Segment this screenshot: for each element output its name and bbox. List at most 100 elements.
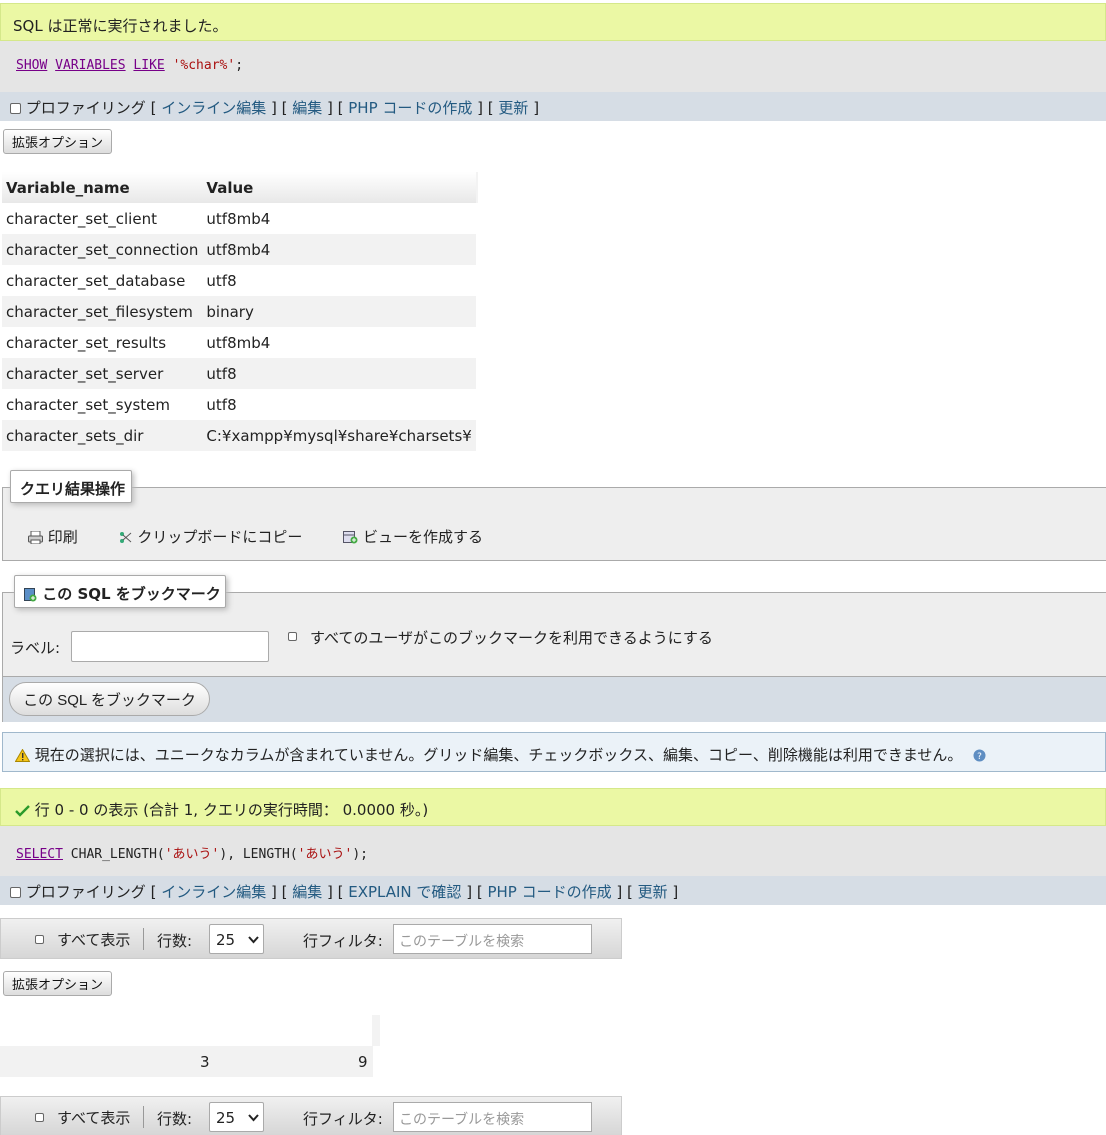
sql-keyword[interactable]: SHOW: [16, 58, 47, 73]
label-field-label: ラベル:: [10, 639, 61, 657]
header-spacer: [372, 1015, 380, 1046]
all-users-label: すべてのユーザがこのブックマークを利用できるようにする: [310, 629, 713, 647]
cell-variable-name: character_sets_dir: [2, 420, 203, 451]
success-message: SQL は正常に実行されました。: [0, 3, 1106, 41]
inline-edit-link[interactable]: インライン編集: [161, 99, 266, 117]
chevron-down-icon: [248, 1114, 259, 1122]
cell-variable-name: character_set_server: [2, 358, 203, 389]
warning-icon: [15, 749, 30, 762]
cell-variable-name: character_set_database: [2, 265, 203, 296]
sql-keyword[interactable]: LIKE: [133, 58, 164, 73]
cell-value: utf8mb4: [202, 234, 476, 265]
sql-string: 'あいう': [297, 847, 353, 862]
create-view-link[interactable]: ビューを作成する: [343, 528, 483, 546]
row-filter-label: 行フィルタ:: [303, 1110, 383, 1128]
rows-summary-text: 行 0 - 0 の表示 (合計 1, クエリの実行時間： 0.0000 秒。): [34, 801, 429, 819]
show-all-checkbox[interactable]: [35, 1113, 44, 1122]
table-row: character_set_system utf8: [2, 389, 478, 420]
header-spacer: [475, 172, 478, 203]
print-link[interactable]: 印刷: [28, 528, 83, 546]
refresh-link[interactable]: 更新: [638, 883, 668, 901]
create-view-icon: [343, 531, 358, 544]
cell-value: utf8mb4: [202, 203, 476, 234]
bookmark-submit-button[interactable]: この SQL をブックマーク: [9, 682, 210, 716]
table-row: character_set_filesystem binary: [2, 296, 478, 327]
help-icon[interactable]: ?: [973, 749, 986, 762]
query-results-operations: [2, 487, 1106, 561]
explain-link[interactable]: EXPLAIN で確認: [348, 883, 461, 901]
inline-edit-link[interactable]: インライン編集: [161, 883, 266, 901]
rows-label: 行数:: [157, 1110, 193, 1128]
row-filter-input[interactable]: このテーブルを検索: [393, 1102, 592, 1132]
results-table-wrapper: Variable_name Value character_set_client…: [2, 172, 478, 451]
checkmark-icon: [15, 804, 30, 817]
sql-keyword[interactable]: SELECT: [16, 847, 63, 862]
results-table: Variable_name Value character_set_client…: [2, 172, 478, 451]
cell-variable-name: character_set_client: [2, 203, 203, 234]
profiling-label: プロファイリング: [25, 99, 146, 117]
rows-select[interactable]: 25: [209, 1102, 264, 1132]
copy-label: クリップボードにコピー: [137, 528, 303, 546]
rows-select[interactable]: 25: [209, 924, 264, 954]
edit-link[interactable]: 編集: [292, 99, 322, 117]
table-row: character_set_client utf8mb4: [2, 203, 478, 234]
sql-tools-bar: プロファイリング [ インライン編集 ] [ 編集 ] [ PHP コードの作成…: [0, 92, 1106, 121]
refresh-link[interactable]: 更新: [498, 99, 528, 117]
query-results-operations-legend: クエリ結果操作: [10, 470, 132, 503]
sql-query-box: SHOW VARIABLES LIKE '%char%';: [0, 41, 1106, 92]
edit-link[interactable]: 編集: [292, 883, 322, 901]
table-row: character_set_connection utf8mb4: [2, 234, 478, 265]
warning-text: 現在の選択には、ユニークなカラムが含まれていません。グリッド編集、チェックボック…: [34, 746, 963, 764]
profiling-checkbox[interactable]: [10, 103, 21, 114]
row-filter-input[interactable]: このテーブルを検索: [393, 924, 592, 954]
all-users-checkbox[interactable]: [288, 632, 297, 641]
column-header[interactable]: Value: [202, 172, 476, 203]
sql-function: ), LENGTH(: [219, 847, 298, 862]
profiling-label: プロファイリング: [25, 883, 146, 901]
success-text: SQL は正常に実行されました。: [13, 17, 228, 35]
cell-variable-name: character_set_results: [2, 327, 203, 358]
extended-options-button[interactable]: 拡張オプション: [3, 129, 112, 154]
extended-options-button-2[interactable]: 拡張オプション: [3, 971, 112, 996]
show-all-label: すべて表示: [57, 931, 131, 949]
sql-string: '%char%': [172, 58, 236, 73]
rows-select-value: 25: [216, 1109, 236, 1127]
show-all-checkbox[interactable]: [35, 935, 44, 944]
bookmark-icon: [24, 587, 37, 601]
row-filter-placeholder: このテーブルを検索: [399, 1112, 525, 1128]
cell-value: binary: [202, 296, 476, 327]
sql-string: 'あいう': [164, 847, 220, 862]
profiling-checkbox[interactable]: [10, 887, 21, 898]
cell-value: utf8mb4: [202, 327, 476, 358]
results-navigation-bar-2: すべて表示 行数: 25 行フィルタ: このテーブルを検索: [0, 1096, 622, 1135]
divider: [143, 928, 144, 950]
print-icon: [28, 531, 43, 544]
column-header[interactable]: Variable_name: [2, 172, 203, 203]
bookmark-legend: この SQL をブックマーク: [14, 575, 226, 608]
warning-notice: 現在の選択には、ユニークなカラムが含まれていません。グリッド編集、チェックボック…: [2, 732, 1106, 772]
table-row: character_set_server utf8: [2, 358, 478, 389]
bookmark-label-input[interactable]: [71, 631, 269, 662]
results-navigation-bar: すべて表示 行数: 25 行フィルタ: このテーブルを検索: [0, 918, 622, 959]
sql-query-text-2: SELECT CHAR_LENGTH('あいう'), LENGTH('あいう')…: [16, 843, 368, 862]
rows-label: 行数:: [157, 932, 193, 950]
copy-clipboard-link[interactable]: クリップボードにコピー: [119, 528, 308, 546]
print-label: 印刷: [47, 528, 78, 546]
sql-end: );: [352, 847, 368, 862]
sql-keyword[interactable]: VARIABLES: [55, 58, 125, 73]
php-code-link[interactable]: PHP コードの作成: [487, 883, 611, 901]
sql-tools-bar-2: プロファイリング [ インライン編集 ] [ 編集 ] [ EXPLAIN で確…: [0, 876, 1106, 905]
table-row: character_sets_dir C:¥xampp¥mysql¥share¥c…: [2, 420, 478, 451]
php-code-link[interactable]: PHP コードの作成: [348, 99, 472, 117]
cell-value: utf8: [202, 265, 476, 296]
cell-length: 9: [358, 1053, 368, 1071]
sql-function: CHAR_LENGTH(: [70, 847, 165, 862]
copy-icon: [119, 532, 131, 543]
chevron-down-icon: [248, 936, 259, 944]
sql-query-box-2: SELECT CHAR_LENGTH('あいう'), LENGTH('あいう')…: [0, 826, 1106, 876]
table-row: 3 9: [0, 1046, 373, 1077]
cell-char-length: 3: [200, 1053, 210, 1071]
success-message-rows: 行 0 - 0 の表示 (合計 1, クエリの実行時間： 0.0000 秒。): [0, 788, 1106, 826]
show-all-label: すべて表示: [57, 1109, 131, 1127]
svg-text:?: ?: [977, 752, 982, 762]
